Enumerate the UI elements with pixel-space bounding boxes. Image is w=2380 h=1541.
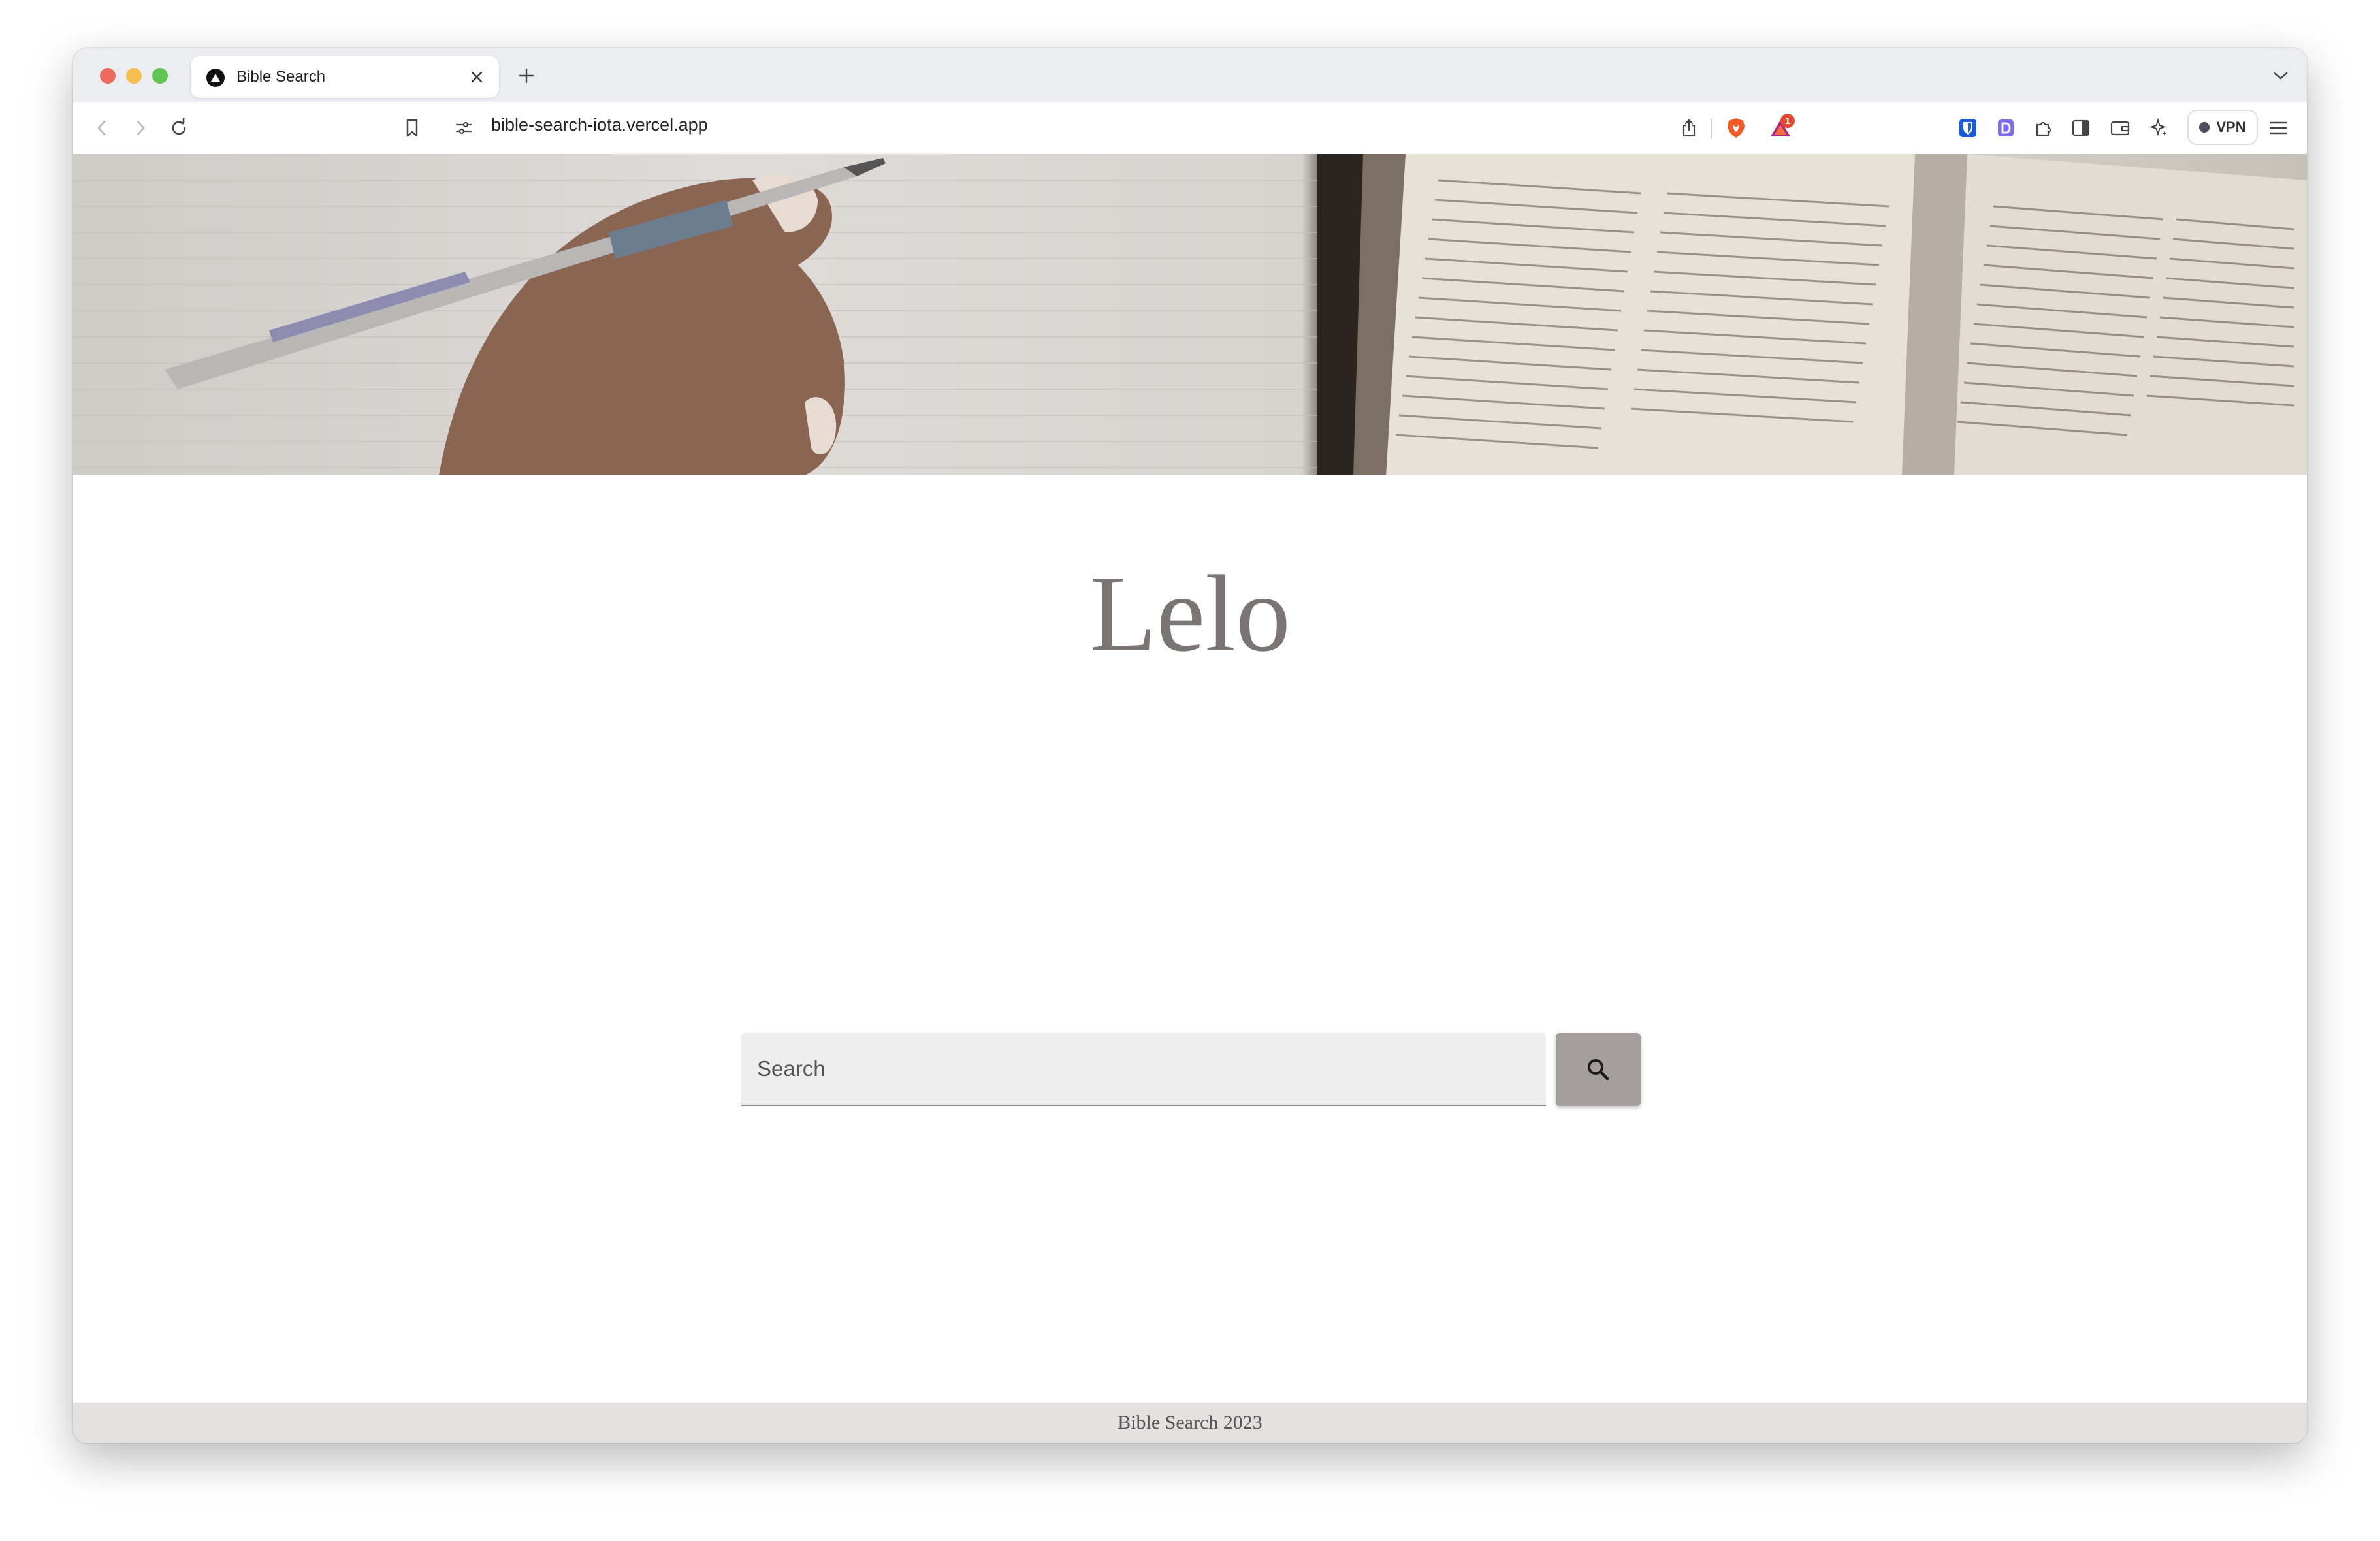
menu-icon[interactable] [2262, 112, 2294, 144]
close-tab-icon[interactable] [464, 64, 490, 90]
reload-icon[interactable] [163, 112, 195, 144]
browser-tab[interactable]: Bible Search [191, 56, 499, 98]
new-tab-button[interactable] [512, 61, 541, 90]
search-field[interactable] [741, 1033, 1546, 1106]
hero-banner-image [73, 154, 2307, 475]
footer-text: Bible Search 2023 [1118, 1412, 1262, 1433]
bitwarden-icon[interactable] [1952, 112, 1984, 144]
extension-d-icon[interactable] [1990, 112, 2021, 144]
address-bar-url[interactable]: bible-search-iota.vercel.app [491, 115, 708, 135]
search-button[interactable] [1556, 1033, 1641, 1106]
bookmark-icon[interactable] [396, 112, 428, 144]
share-icon[interactable] [1673, 112, 1705, 144]
brave-rewards-icon[interactable]: 1 [1765, 112, 1796, 144]
site-settings-icon[interactable] [448, 112, 479, 144]
chevron-down-icon[interactable] [2268, 63, 2294, 89]
browser-toolbar: bible-search-iota.vercel.app 1 VPN [73, 102, 2307, 155]
minimize-window-button[interactable] [126, 68, 142, 84]
vpn-label: VPN [2216, 119, 2246, 135]
wallet-icon[interactable] [2104, 112, 2136, 144]
vpn-button[interactable]: VPN [2187, 110, 2258, 145]
toolbar-divider [1711, 119, 1712, 138]
page-content: Lelo Bible Search 2023 [73, 154, 2307, 1443]
hero-illustration [73, 154, 2307, 475]
sidebar-icon[interactable] [2065, 112, 2097, 144]
forward-icon[interactable] [125, 112, 156, 144]
maximize-window-button[interactable] [152, 68, 168, 84]
search-icon [1588, 1059, 1609, 1081]
vpn-status-icon [2199, 122, 2210, 133]
browser-window: Bible Search bible-search-iota.vercel.ap… [73, 48, 2307, 1443]
extensions-icon[interactable] [2028, 112, 2059, 144]
search-input[interactable] [741, 1033, 1546, 1105]
brave-shields-icon[interactable] [1720, 112, 1752, 144]
site-brand-title: Lelo [1089, 553, 1291, 675]
tab-strip: Bible Search [73, 48, 2307, 102]
rewards-badge: 1 [1780, 114, 1795, 128]
tab-title: Bible Search [236, 68, 326, 86]
leo-ai-icon[interactable] [2144, 112, 2175, 144]
close-window-button[interactable] [100, 68, 116, 84]
page-footer: Bible Search 2023 [73, 1403, 2307, 1443]
vercel-triangle-icon [206, 69, 225, 87]
back-icon[interactable] [86, 112, 118, 144]
